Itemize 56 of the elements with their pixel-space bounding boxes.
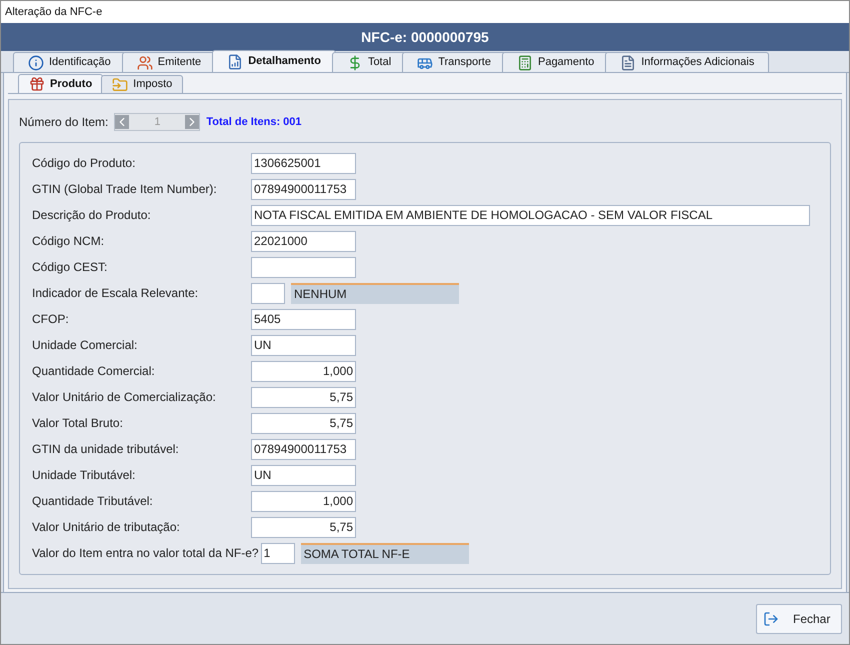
number-field[interactable]: 1,000 [251,360,356,382]
number-field[interactable]: 1,000 [251,490,356,512]
field-label: Quantidade Tributável: [32,493,154,510]
field-label: Valor do Item entra no valor total da NF-e? [32,545,260,562]
field-label: Unidade Tributável: [32,467,136,484]
number-field[interactable]: 5,75 [251,412,356,434]
tab[interactable]: Imposto [101,75,184,93]
exit-icon [763,610,779,626]
text-field[interactable]: NOTA FISCAL EMITIDA EM AMBIENTE DE HOMOLOGACAO - SEM VALOR FISCAL [251,204,810,226]
next-icon[interactable] [185,115,200,129]
text-field[interactable]: UN [251,334,356,356]
gift-icon [29,76,45,92]
text-field[interactable]: 22021000 [251,230,356,252]
code-field[interactable]: 1 [260,542,295,564]
tab[interactable]: Identificação [13,52,126,72]
field-label: GTIN da unidade tributável: [32,441,180,458]
folder-icon [112,76,128,92]
field-label: Valor Unitário de tributação: [32,519,181,536]
text-field[interactable]: UN [251,464,356,486]
calculator-icon [516,54,533,70]
text-field[interactable] [251,256,356,278]
text-field[interactable]: 1306625001 [251,152,356,174]
number-field[interactable]: 5,75 [251,516,356,538]
field-label: Código do Produto: [32,155,136,172]
document-icon [620,54,636,70]
text-field[interactable]: 07894900011753 [251,438,356,460]
previous-icon[interactable] [115,115,130,129]
code-description: SOMA TOTAL NF-E [300,542,469,564]
number-field[interactable]: 5,75 [251,386,356,408]
field-label: Indicador de Escala Relevante: [32,285,200,302]
field-label: GTIN (Global Trade Item Number): [32,181,218,198]
text-field[interactable]: 5405 [251,308,356,330]
item-number: 1 [153,114,162,130]
item-total: Total de Itens: 001 [206,114,302,130]
report-icon [227,54,244,70]
field-label: CFOP: [32,311,70,328]
field-label: Valor Unitário de Comercialização: [32,389,217,406]
tab[interactable]: Produto [18,74,104,93]
text-field[interactable]: 07894900011753 [251,178,356,200]
info-icon [28,54,44,70]
field-label: Número do Item: [19,114,108,131]
code-field[interactable] [251,282,285,304]
tab[interactable]: Informações Adicionais [605,52,770,72]
field-label: Código CEST: [32,259,108,276]
field-label: Descrição do Produto: [32,207,152,224]
code-description: NENHUM [291,282,459,304]
window-title: Alteração da NFC-e [5,4,102,20]
close-button[interactable]: Fechar [756,604,842,634]
header-title: NFC-e: 0000000795 [361,28,489,46]
field-label: Unidade Comercial: [32,337,138,354]
field-label: Valor Total Bruto: [32,415,124,432]
tab[interactable]: Transporte [402,52,506,72]
field-label: Quantidade Comercial: [32,363,156,380]
people-icon [136,54,153,70]
tab[interactable]: Detalhamento [212,50,336,72]
field-label: Código NCM: [32,233,106,250]
